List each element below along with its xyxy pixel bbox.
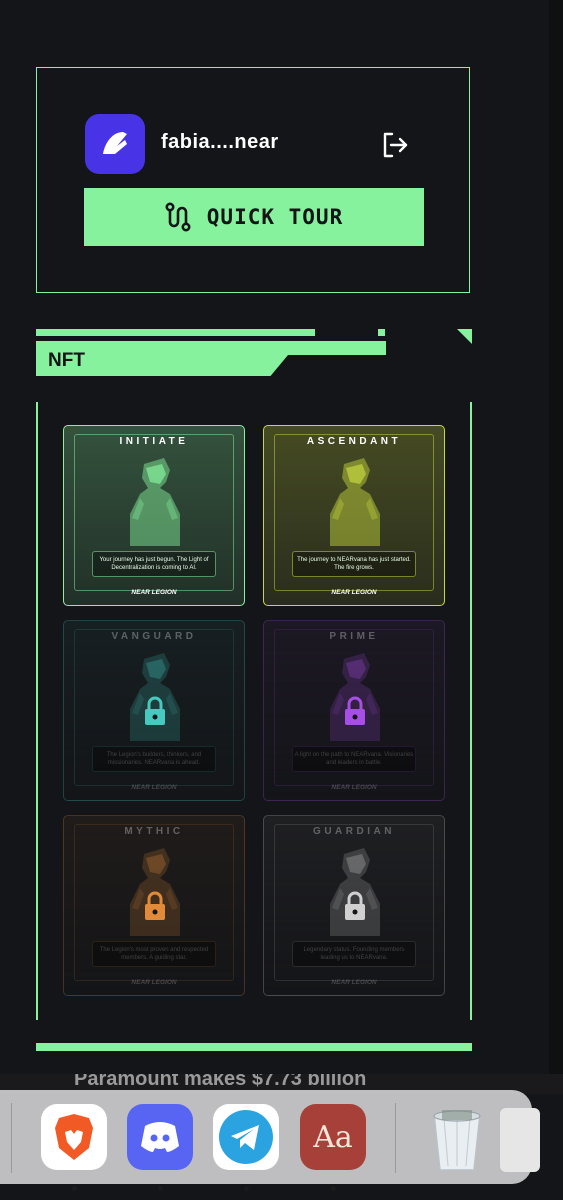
quick-tour-button[interactable]: QUICK TOUR bbox=[84, 188, 424, 246]
side-widget[interactable] bbox=[500, 1108, 540, 1172]
card-footer: NEAR LEGION bbox=[131, 784, 177, 791]
nft-card-vanguard[interactable]: VANGUARD The Legion's builders, thinkers,… bbox=[63, 620, 245, 801]
lock-icon bbox=[145, 891, 165, 920]
wallet-logo-icon bbox=[85, 114, 145, 174]
header-bar-dot bbox=[378, 329, 385, 336]
brave-running-indicator bbox=[72, 1186, 77, 1191]
card-description: Legendary status. Founding members leadi… bbox=[292, 941, 416, 967]
logout-icon[interactable] bbox=[380, 130, 410, 160]
card-title: VANGUARD bbox=[111, 631, 197, 642]
warrior-figure-image bbox=[330, 848, 380, 936]
background-news-text: Paramount makes $7.73 billion bbox=[74, 1074, 367, 1090]
card-footer: NEAR LEGION bbox=[331, 589, 377, 596]
section-bottom-bar bbox=[36, 1043, 472, 1051]
telegram-app-icon[interactable] bbox=[213, 1104, 279, 1170]
header-bar-left bbox=[36, 329, 315, 336]
card-description: A light on the path to NEARvana. Visiona… bbox=[292, 746, 416, 772]
card-title: INITIATE bbox=[119, 436, 189, 447]
nft-card-prime[interactable]: PRIME A light on the path to NEARvana. Vi… bbox=[263, 620, 445, 801]
discord-app-icon[interactable] bbox=[127, 1104, 193, 1170]
nft-card-ascendant[interactable]: ASCENDANT The journey to NEARvana has jus… bbox=[263, 425, 445, 606]
warrior-figure-image bbox=[330, 458, 380, 546]
warrior-figure-image bbox=[130, 848, 180, 936]
dictionary-app-label: Aa bbox=[313, 1119, 353, 1155]
quick-tour-label: QUICK TOUR bbox=[206, 205, 344, 229]
account-panel: fabia....near QUICK TOUR bbox=[36, 67, 470, 293]
lock-icon bbox=[345, 891, 365, 920]
card-footer: NEAR LEGION bbox=[131, 979, 177, 986]
nft-tab bbox=[36, 341, 386, 376]
account-name: fabia....near bbox=[161, 131, 279, 153]
card-title: ASCENDANT bbox=[306, 436, 402, 447]
card-description: Your journey has just begun. The Light o… bbox=[92, 551, 216, 577]
nft-card-initiate[interactable]: INITIATE Your journey has just begun. The… bbox=[63, 425, 245, 606]
warrior-figure-image bbox=[130, 458, 180, 546]
nft-card-guardian[interactable]: GUARDIAN Legendary status. Founding membe… bbox=[263, 815, 445, 996]
card-title: GUARDIAN bbox=[313, 826, 395, 837]
route-icon bbox=[165, 202, 191, 232]
lock-icon bbox=[145, 696, 165, 725]
section-left-border bbox=[36, 402, 38, 1020]
nft-card-mythic[interactable]: MYTHIC The Legion's most proven and respe… bbox=[63, 815, 245, 996]
telegram-running-indicator bbox=[244, 1186, 249, 1191]
dock-separator bbox=[395, 1103, 396, 1173]
discord-running-indicator bbox=[158, 1186, 163, 1191]
section-right-border bbox=[470, 402, 472, 1020]
card-footer: NEAR LEGION bbox=[331, 979, 377, 986]
card-description: The Legion's builders, thinkers, and mis… bbox=[92, 746, 216, 772]
card-description: The journey to NEARvana has just started… bbox=[292, 551, 416, 577]
dock-left-separator bbox=[11, 1103, 12, 1173]
header-corner bbox=[457, 329, 472, 344]
scrollbar-track[interactable] bbox=[549, 0, 563, 1090]
card-footer: NEAR LEGION bbox=[131, 589, 177, 596]
nft-section-label: NFT bbox=[48, 350, 85, 371]
warrior-figure-image bbox=[130, 653, 180, 741]
trash-app-icon[interactable] bbox=[424, 1104, 490, 1171]
card-title: MYTHIC bbox=[124, 826, 184, 837]
card-footer: NEAR LEGION bbox=[331, 784, 377, 791]
dictionary-running-indicator bbox=[331, 1186, 336, 1191]
lock-icon bbox=[345, 696, 365, 725]
card-title: PRIME bbox=[329, 631, 379, 642]
dictionary-app-icon[interactable]: Aa bbox=[300, 1104, 366, 1170]
warrior-figure-image bbox=[330, 653, 380, 741]
card-description: The Legion's most proven and respected m… bbox=[92, 941, 216, 967]
brave-app-icon[interactable] bbox=[41, 1104, 107, 1170]
